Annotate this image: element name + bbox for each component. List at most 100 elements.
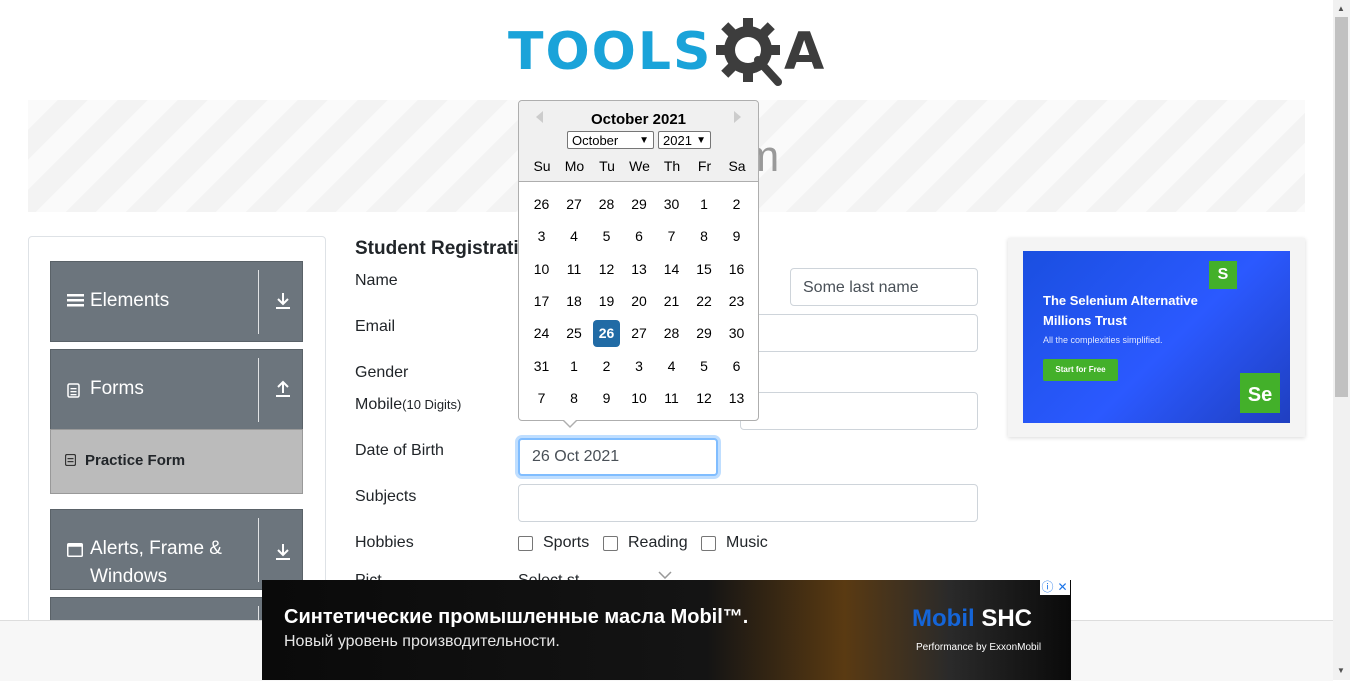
checkbox[interactable] [603,535,618,551]
calendar-day[interactable]: 1 [561,353,588,380]
calendar-day[interactable]: 13 [626,256,653,283]
calendar-day[interactable]: 17 [528,288,555,315]
hobby-label: Music [726,534,768,551]
bottom-ad[interactable]: Синтетические промышленные масла Mobil™.… [262,580,1071,680]
calendar-day[interactable]: 29 [691,320,718,347]
hobby-label: Reading [628,534,688,551]
calendar-day[interactable]: 26 [528,191,555,218]
chevron-down-icon: ▼ [639,135,649,146]
close-icon[interactable]: ✕ [1055,580,1070,595]
calendar-day[interactable]: 9 [593,385,620,412]
hobby-reading-checkbox[interactable]: Reading [603,534,688,552]
year-select[interactable]: 2021 ▼ [658,131,711,149]
calendar-day[interactable]: 4 [658,353,685,380]
calendar-day[interactable]: 10 [626,385,653,412]
scroll-down-icon[interactable]: ▼ [1337,666,1345,675]
scroll-up-icon[interactable]: ▲ [1337,4,1345,13]
calendar-day[interactable]: 24 [528,320,555,347]
menu-item-practice-form[interactable]: Practice Form [50,429,303,494]
calendar-day[interactable]: 25 [561,320,588,347]
mobil-brand: Mobil SHC [912,605,1032,633]
weekday-label: We [629,158,650,174]
calendar-day[interactable]: 12 [691,385,718,412]
weekday-label: Tu [599,158,615,174]
mobile-label: Mobile(10 Digits) [355,396,461,414]
month-select[interactable]: October ▼ [567,131,654,149]
brand-shc: SHC [974,605,1032,632]
upload-arrow-icon[interactable] [275,380,291,403]
calendar-day[interactable]: 5 [593,223,620,250]
calendar-day[interactable]: 16 [723,256,750,283]
weekday-label: Su [533,158,551,174]
checkbox[interactable] [701,535,716,551]
right-ad[interactable]: S The Selenium Alternative Millions Trus… [1023,251,1290,423]
calendar-day[interactable]: 26 [593,320,620,348]
calendar-day[interactable]: 15 [691,256,718,283]
calendar-day[interactable]: 8 [561,385,588,412]
year-select-value: 2021 [663,133,692,148]
last-name-input[interactable]: Some last name [790,268,978,306]
calendar-day[interactable]: 6 [626,223,653,250]
calendar-day[interactable]: 22 [691,288,718,315]
calendar-day[interactable]: 8 [691,223,718,250]
next-month-icon[interactable] [734,111,741,123]
calendar-day[interactable]: 3 [528,223,555,250]
calendar-day[interactable]: 9 [723,223,750,250]
hobby-sports-checkbox[interactable]: Sports [518,534,589,552]
calendar-day[interactable]: 6 [723,353,750,380]
dob-input[interactable]: 26 Oct 2021 [518,438,718,476]
datepicker-tail-inner [563,419,577,426]
calendar-day[interactable]: 27 [626,320,653,347]
calendar-day[interactable]: 3 [626,353,653,380]
calendar-day[interactable]: 23 [723,288,750,315]
calendar-day[interactable]: 28 [658,320,685,347]
scrollbar-thumb[interactable] [1335,17,1348,397]
calendar-day[interactable]: 4 [561,223,588,250]
toolsqa-logo[interactable]: TOOLS A [508,14,833,92]
calendar-day[interactable]: 27 [561,191,588,218]
calendar-day[interactable]: 30 [658,191,685,218]
mobile-input[interactable] [740,392,978,430]
calendar-day[interactable]: 1 [691,191,718,218]
calendar-day[interactable]: 5 [691,353,718,380]
ad-controls: ⓘ ✕ [1040,580,1070,595]
calendar-day[interactable]: 13 [723,385,750,412]
calendar-day[interactable]: 7 [658,223,685,250]
calendar-day[interactable]: 21 [658,288,685,315]
weekday-label: Fr [697,158,712,174]
calendar-day[interactable]: 7 [528,385,555,412]
start-free-button[interactable]: Start for Free [1043,359,1118,381]
group-alerts-frame-windows[interactable]: Alerts, Frame & Windows [50,509,303,590]
window-icon [67,543,83,562]
info-icon[interactable]: ⓘ [1040,580,1055,595]
form-icon [67,383,80,403]
calendar-day[interactable]: 10 [528,256,555,283]
calendar-day[interactable]: 2 [723,191,750,218]
group-elements[interactable]: Elements [50,261,303,342]
calendar-day[interactable]: 28 [593,191,620,218]
email-input[interactable] [740,314,978,352]
group-forms[interactable]: Forms [50,349,303,431]
datepicker-popup: October 2021 October ▼ 2021 ▼ Su Mo Tu We Th Fr… [518,100,759,421]
calendar-day[interactable]: 11 [561,256,588,283]
hobby-music-checkbox[interactable]: Music [701,534,768,552]
checkbox[interactable] [518,535,533,551]
download-arrow-icon[interactable] [275,292,291,315]
calendar-day[interactable]: 14 [658,256,685,283]
calendar-day[interactable]: 29 [626,191,653,218]
calendar-day[interactable]: 30 [723,320,750,347]
calendar-day[interactable]: 18 [561,288,588,315]
download-arrow-icon[interactable] [275,543,291,566]
group-label: Elements [90,290,170,311]
calendar-day[interactable]: 20 [626,288,653,315]
dob-label: Date of Birth [355,442,444,459]
hobbies-label: Hobbies [355,534,414,551]
subjects-input[interactable] [518,484,978,522]
calendar-day[interactable]: 2 [593,353,620,380]
hobby-label: Sports [543,534,590,551]
calendar-day[interactable]: 12 [593,256,620,283]
mobile-label-text: Mobile [355,396,403,413]
calendar-day[interactable]: 19 [593,288,620,315]
calendar-day[interactable]: 11 [658,385,685,412]
calendar-day[interactable]: 31 [528,353,555,380]
